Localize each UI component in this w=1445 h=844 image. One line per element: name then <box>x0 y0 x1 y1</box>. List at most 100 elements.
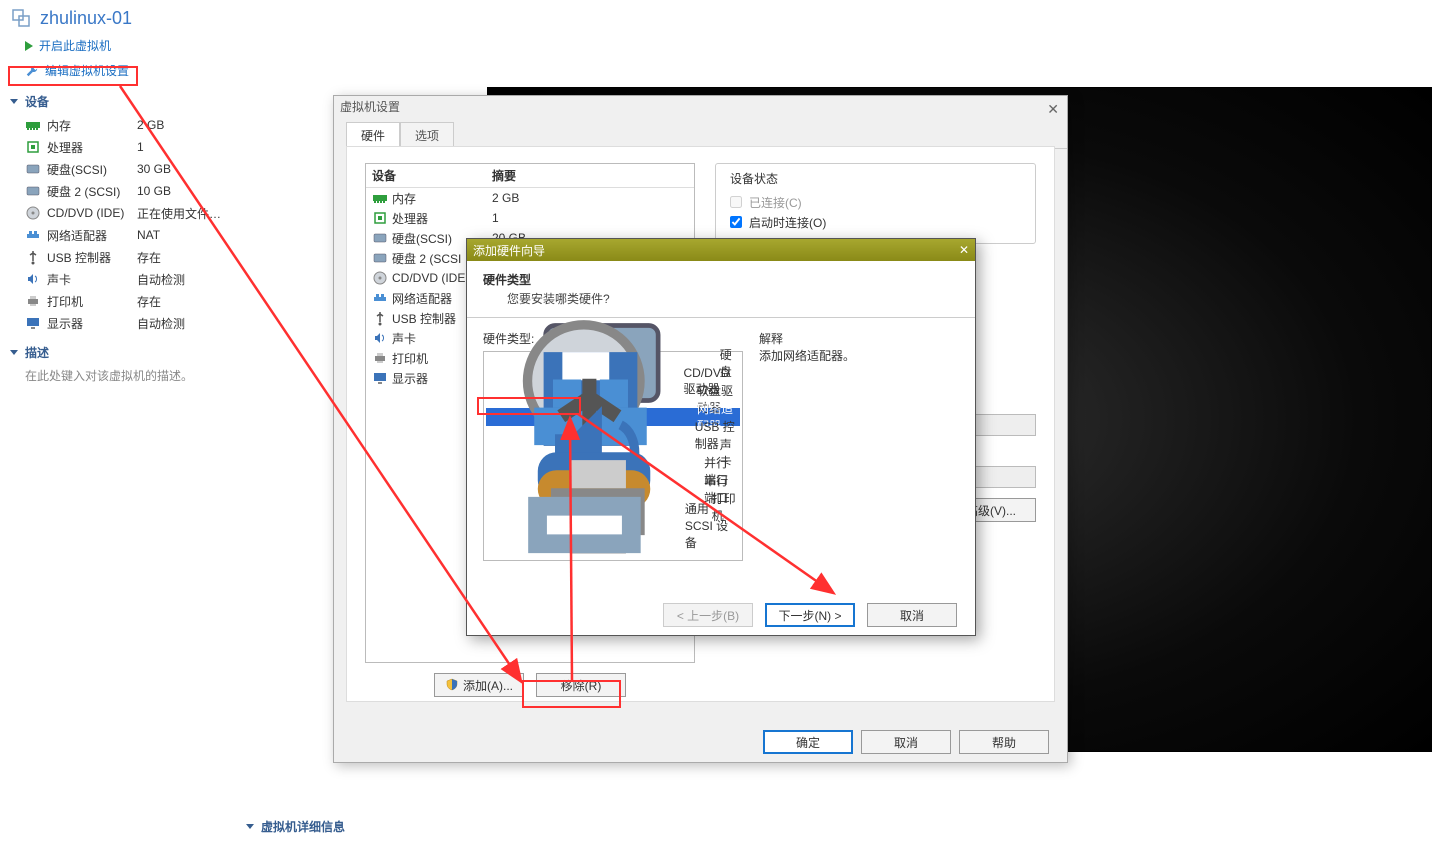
network-icon <box>372 290 388 306</box>
cpu-icon <box>372 210 388 226</box>
device-row[interactable]: CD/DVD (IDE)正在使用文件 E:... <box>25 202 222 224</box>
col-device: 设备 <box>372 167 492 184</box>
back-button: < 上一步(B) <box>663 603 753 627</box>
device-name: 声卡 <box>47 271 137 288</box>
wizard-heading: 硬件类型 <box>483 271 959 288</box>
display-icon <box>25 315 41 331</box>
power-on-label: 开启此虚拟机 <box>39 37 111 54</box>
close-icon[interactable]: ✕ <box>959 243 969 257</box>
connect-at-power-check[interactable] <box>730 216 742 228</box>
vm-name: zhulinux-01 <box>40 8 132 29</box>
tab-options[interactable]: 选项 <box>400 122 454 148</box>
add-hardware-wizard-dialog: 添加硬件向导 ✕ 硬件类型 您要安装哪类硬件? 硬件类型: 硬盘CD/DVD 驱… <box>466 238 976 636</box>
close-icon[interactable]: ✕ <box>1047 98 1059 120</box>
sound-icon <box>372 330 388 346</box>
device-status-group: 设备状态 已连接(C) 启动时连接(O) <box>715 163 1036 244</box>
add-hardware-button[interactable]: 添加(A)... <box>434 673 524 697</box>
wizard-titlebar[interactable]: 添加硬件向导 ✕ <box>467 239 975 261</box>
disk-icon <box>372 250 388 266</box>
connected-checkbox: 已连接(C) <box>726 193 1025 211</box>
device-name: 处理器 <box>392 210 492 227</box>
dialog-titlebar[interactable]: 虚拟机设置 ✕ <box>334 96 1067 118</box>
power-on-link[interactable]: 开启此虚拟机 <box>0 33 230 58</box>
cd-icon <box>372 270 388 286</box>
wizard-cancel-button[interactable]: 取消 <box>867 603 957 627</box>
ok-button[interactable]: 确定 <box>763 730 853 754</box>
col-summary: 摘要 <box>492 167 516 184</box>
usb-icon <box>25 249 41 265</box>
help-button[interactable]: 帮助 <box>959 730 1049 754</box>
chevron-down-icon <box>10 99 18 104</box>
cd-icon <box>25 205 41 221</box>
device-row[interactable]: USB 控制器存在 <box>25 246 222 268</box>
printer-icon <box>25 293 41 309</box>
next-button[interactable]: 下一步(N) > <box>765 603 855 627</box>
explanation-text: 添加网络适配器。 <box>759 347 959 364</box>
device-row[interactable]: 内存2 GB <box>25 114 222 136</box>
connected-label: 已连接(C) <box>749 194 802 211</box>
device-value: 存在 <box>137 249 161 266</box>
device-row[interactable]: 处理器1 <box>366 208 694 228</box>
chevron-down-icon <box>246 824 254 829</box>
device-value: 正在使用文件 E:... <box>137 205 222 222</box>
device-value: 存在 <box>137 293 161 310</box>
device-name: 内存 <box>392 190 492 207</box>
cancel-button[interactable]: 取消 <box>861 730 951 754</box>
edit-settings-link[interactable]: 编辑虚拟机设置 <box>0 58 230 83</box>
tab-hardware[interactable]: 硬件 <box>346 122 400 148</box>
usb-icon <box>372 310 388 326</box>
device-row[interactable]: 声卡自动检测 <box>25 268 222 290</box>
hardware-type-label: 通用 SCSI 设备 <box>685 500 738 551</box>
connected-check <box>730 196 742 208</box>
device-name: 显示器 <box>47 315 137 332</box>
description-section-header[interactable]: 描述 <box>0 334 230 365</box>
device-value: 2 GB <box>137 118 164 132</box>
remove-hardware-button[interactable]: 移除(R) <box>536 673 626 697</box>
printer-icon <box>372 350 388 366</box>
hardware-types-listbox[interactable]: 硬盘CD/DVD 驱动器软盘驱动器网络适配器USB 控制器声卡并行端口串行端口打… <box>483 351 743 561</box>
vm-icon <box>12 9 32 29</box>
network-icon <box>25 227 41 243</box>
device-name: 硬盘(SCSI) <box>47 161 137 178</box>
device-value: NAT <box>137 228 160 242</box>
devices-section-header[interactable]: 设备 <box>0 83 230 114</box>
display-icon <box>372 370 388 386</box>
device-row[interactable]: 硬盘 2 (SCSI)10 GB <box>25 180 222 202</box>
device-name: 内存 <box>47 117 137 134</box>
device-name: 网络适配器 <box>47 227 137 244</box>
device-value: 自动检测 <box>137 271 185 288</box>
disk-icon <box>25 183 41 199</box>
connect-at-power-label: 启动时连接(O) <box>749 214 826 231</box>
vm-details-section-header[interactable]: 虚拟机详细信息 <box>246 818 345 835</box>
description-placeholder[interactable]: 在此处键入对该虚拟机的描述。 <box>0 365 230 384</box>
device-row[interactable]: 打印机存在 <box>25 290 222 312</box>
add-label: 添加(A)... <box>463 677 513 694</box>
device-summary: 2 GB <box>492 191 519 205</box>
vm-details-label: 虚拟机详细信息 <box>261 818 345 835</box>
memory-icon <box>25 117 41 133</box>
device-row[interactable]: 处理器1 <box>25 136 222 158</box>
devices-header-label: 设备 <box>25 93 49 110</box>
connect-at-power-checkbox[interactable]: 启动时连接(O) <box>726 213 1025 231</box>
device-name: CD/DVD (IDE) <box>47 206 137 220</box>
cpu-icon <box>25 139 41 155</box>
sound-icon <box>25 271 41 287</box>
device-row[interactable]: 网络适配器NAT <box>25 224 222 246</box>
device-name: 硬盘 2 (SCSI) <box>47 183 137 200</box>
explanation-label: 解释 <box>759 330 959 347</box>
hardware-type-item[interactable]: 通用 SCSI 设备 <box>486 516 740 534</box>
device-status-legend: 设备状态 <box>726 170 782 187</box>
memory-icon <box>372 190 388 206</box>
device-name: 处理器 <box>47 139 137 156</box>
device-row[interactable]: 显示器自动检测 <box>25 312 222 334</box>
edit-settings-label: 编辑虚拟机设置 <box>45 62 129 79</box>
device-name: USB 控制器 <box>47 249 137 266</box>
device-value: 30 GB <box>137 162 171 176</box>
device-value: 1 <box>137 140 144 154</box>
disk-icon <box>25 161 41 177</box>
device-row[interactable]: 内存2 GB <box>366 188 694 208</box>
shield-icon <box>445 678 459 692</box>
device-name: 打印机 <box>47 293 137 310</box>
device-row[interactable]: 硬盘(SCSI)30 GB <box>25 158 222 180</box>
disk-icon <box>372 230 388 246</box>
